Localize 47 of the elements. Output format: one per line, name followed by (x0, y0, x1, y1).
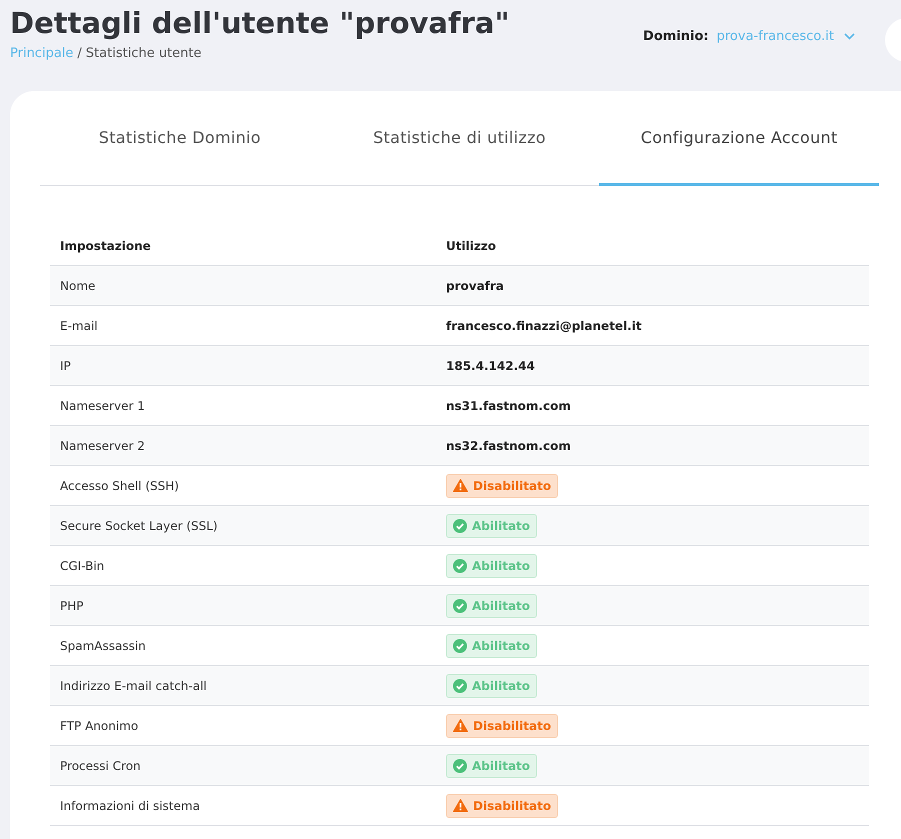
breadcrumb-current: Statistiche utente (86, 46, 202, 61)
check-circle-icon (453, 638, 467, 652)
check-circle-icon (453, 598, 467, 612)
status-badge: Abilitato (446, 754, 538, 778)
table-cell: 185.4.142.44 (446, 358, 535, 372)
status-badge: Disabilitato (446, 474, 558, 498)
tab[interactable]: Statistiche di utilizzo (320, 91, 600, 186)
status-badge: Disabilitato (446, 714, 558, 738)
table-cell-text: Indirizzo E-mail catch-all (59, 678, 208, 692)
check-circle-icon (453, 758, 467, 772)
breadcrumb-separator: / (77, 46, 82, 61)
table-cell-text: SpamAssassin (59, 638, 147, 652)
table-cell-text: CGI-Bin (59, 558, 106, 572)
domain-label: Dominio: (643, 29, 709, 44)
table-cell-text: Nameserver 2 (59, 438, 146, 452)
table-cell-text: Accesso Shell (SSH) (59, 478, 180, 492)
check-circle-icon (453, 518, 467, 532)
check-circle-icon (453, 558, 467, 572)
check-circle-icon (453, 678, 467, 692)
status-badge: Abilitato (446, 674, 538, 698)
tab[interactable]: Configurazione Account (599, 91, 880, 186)
table-cell-text: Processi Cron (59, 758, 142, 772)
table-cell: francesco.finazzi@planetel.it (446, 318, 642, 332)
table-cell-text: PHP (59, 598, 84, 612)
table-cell: ns32.fastnom.com (446, 438, 571, 452)
status-badge: Abilitato (446, 514, 538, 538)
table-cell: provafra (446, 278, 504, 292)
table-cell-text: Secure Socket Layer (SSL) (59, 518, 219, 532)
table-cell-text: FTP Anonimo (59, 718, 140, 732)
warning-icon (453, 719, 468, 732)
table-cell-text: IP (59, 358, 72, 372)
status-badge: Abilitato (446, 634, 538, 658)
table-cell-text: Informazioni di sistema (59, 798, 201, 812)
warning-icon (453, 479, 468, 492)
table-cell-text: Nome (59, 278, 96, 292)
column-header: Utilizzo (445, 238, 498, 252)
table-cell-text: Nameserver 1 (59, 398, 146, 412)
table-cell-text: E-mail (59, 318, 99, 332)
column-header: Impostazione (59, 238, 152, 252)
status-badge: Abilitato (446, 554, 538, 578)
page-title: Dettagli dell'utente "provafra" (10, 5, 511, 42)
status-badge: Disabilitato (446, 794, 558, 818)
status-badge: Abilitato (446, 594, 538, 618)
tab[interactable]: Statistiche Dominio (40, 91, 320, 186)
table-cell: ns31.fastnom.com (446, 398, 571, 412)
warning-icon (453, 799, 468, 812)
chevron-down-icon (844, 33, 855, 40)
